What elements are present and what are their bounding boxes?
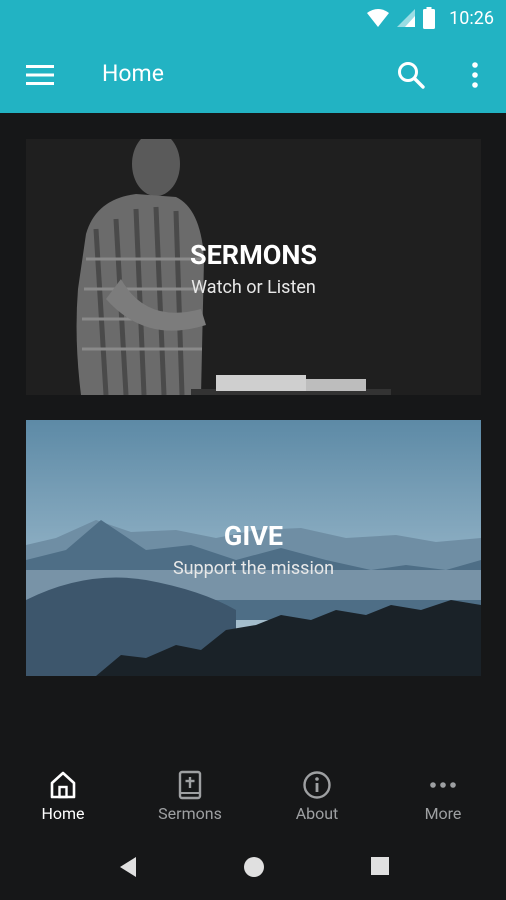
give-card[interactable]: GIVE Support the mission: [26, 420, 481, 676]
card-title: SERMONS: [189, 239, 318, 271]
info-icon: [303, 771, 331, 799]
battery-icon: [423, 7, 436, 29]
nav-item-about[interactable]: About: [254, 758, 380, 836]
page-title: Home: [102, 60, 164, 87]
nav-item-label: Sermons: [158, 804, 222, 823]
more-horizontal-icon: [430, 782, 456, 788]
cellular-signal-icon: [397, 9, 416, 27]
status-time: 10:26: [449, 7, 494, 29]
home-button-icon[interactable]: [243, 856, 265, 878]
card-subtitle: Support the mission: [172, 558, 335, 579]
search-icon[interactable]: [396, 60, 426, 90]
nav-item-label: More: [424, 804, 462, 823]
wifi-icon: [367, 9, 390, 27]
nav-item-sermons[interactable]: Sermons: [127, 758, 253, 836]
card-subtitle: Watch or Listen: [191, 277, 316, 298]
bible-icon: [178, 770, 202, 800]
sermons-card[interactable]: SERMONS Watch or Listen: [26, 139, 481, 395]
recents-icon[interactable]: [371, 857, 389, 875]
nav-item-label: Home: [41, 804, 85, 823]
nav-item-label: About: [295, 804, 339, 823]
home-icon: [50, 771, 76, 799]
nav-item-home[interactable]: Home: [0, 758, 126, 836]
back-icon[interactable]: [118, 856, 138, 878]
bottom-navigation: Home Sermons About More: [0, 758, 506, 836]
app-bar: Home: [0, 36, 506, 113]
card-title: GIVE: [223, 520, 284, 552]
hamburger-menu-icon[interactable]: [26, 63, 54, 87]
system-navigation-bar: [0, 836, 506, 900]
status-bar: 10:26: [0, 0, 506, 36]
overflow-menu-icon[interactable]: [464, 60, 486, 90]
nav-item-more[interactable]: More: [380, 758, 506, 836]
